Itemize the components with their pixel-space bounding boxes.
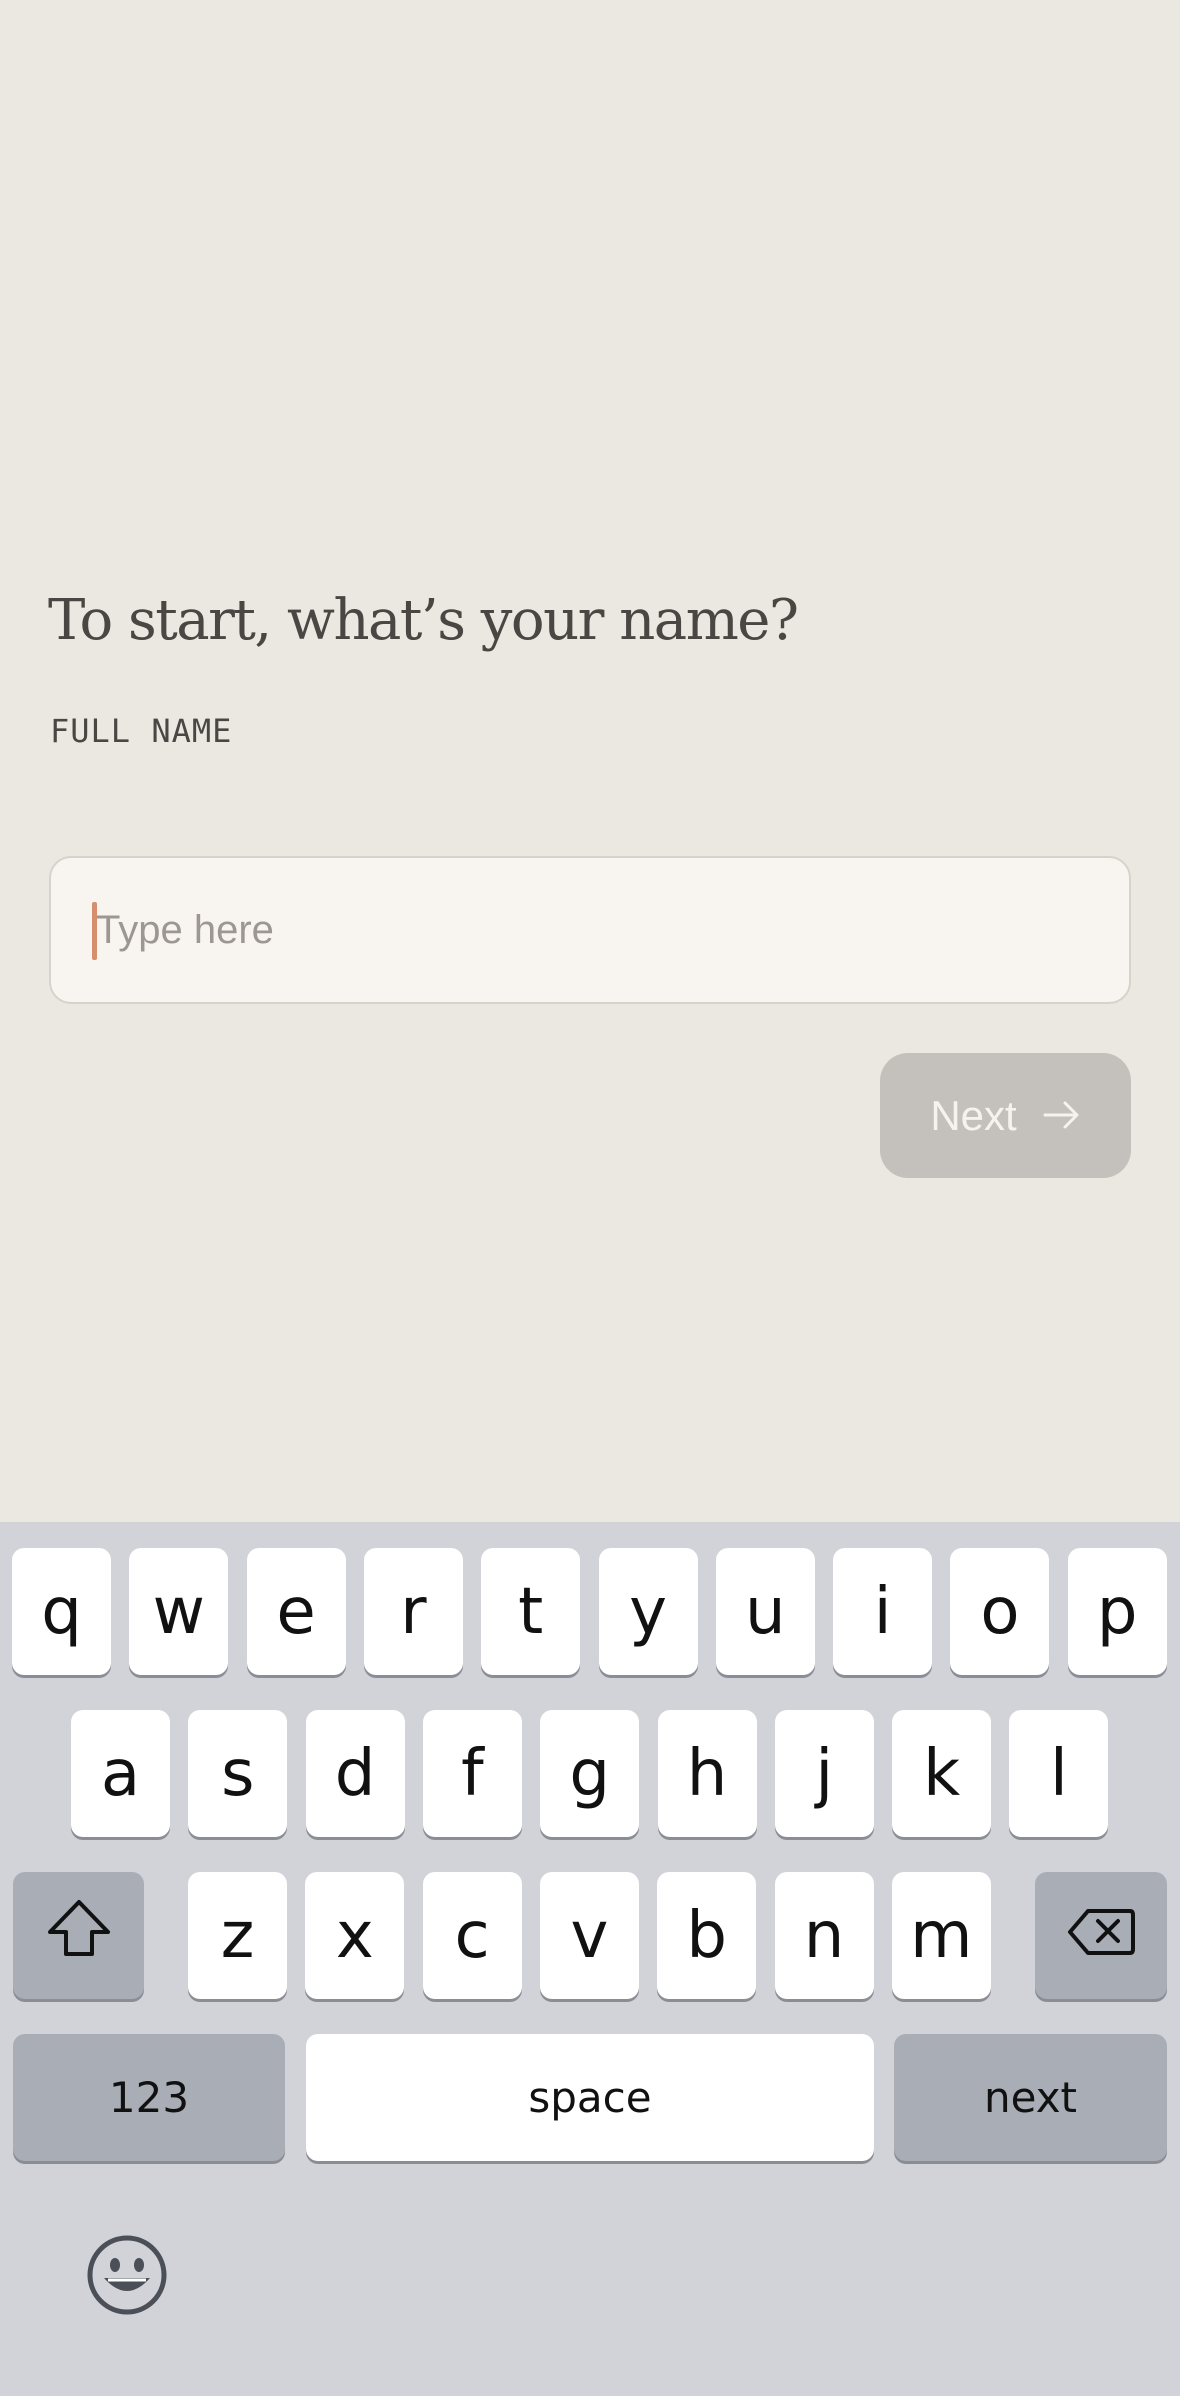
key-label: g bbox=[569, 1736, 610, 1811]
key-p[interactable]: p bbox=[1067, 1548, 1167, 1675]
numbers-key-label: 123 bbox=[108, 2073, 190, 2122]
key-label: z bbox=[220, 1898, 255, 1973]
key-q[interactable]: q bbox=[12, 1548, 111, 1675]
key-label: i bbox=[873, 1574, 892, 1649]
key-e[interactable]: e bbox=[246, 1548, 346, 1675]
key-label: c bbox=[454, 1898, 490, 1973]
next-button[interactable]: Next bbox=[880, 1053, 1131, 1178]
numbers-key[interactable]: 123 bbox=[13, 2034, 285, 2161]
key-v[interactable]: v bbox=[539, 1872, 639, 1999]
key-label: e bbox=[276, 1574, 316, 1649]
key-label: r bbox=[400, 1574, 427, 1649]
emoji-icon bbox=[86, 2234, 168, 2321]
key-y[interactable]: y bbox=[598, 1548, 698, 1675]
key-o[interactable]: o bbox=[950, 1548, 1050, 1675]
key-k[interactable]: k bbox=[892, 1710, 992, 1837]
key-label: f bbox=[461, 1736, 484, 1811]
key-label: a bbox=[100, 1736, 141, 1811]
key-t[interactable]: t bbox=[481, 1548, 581, 1675]
key-label: j bbox=[815, 1736, 834, 1811]
key-label: x bbox=[335, 1898, 374, 1973]
arrow-right-icon bbox=[1043, 1092, 1081, 1140]
key-label: y bbox=[629, 1574, 667, 1649]
key-d[interactable]: d bbox=[305, 1710, 405, 1837]
key-x[interactable]: x bbox=[305, 1872, 405, 1999]
key-label: u bbox=[745, 1574, 786, 1649]
full-name-input[interactable] bbox=[96, 880, 1106, 980]
key-i[interactable]: i bbox=[833, 1548, 933, 1675]
key-z[interactable]: z bbox=[188, 1872, 287, 1999]
shift-icon bbox=[46, 1898, 112, 1974]
backspace-icon bbox=[1066, 1899, 1136, 1973]
key-r[interactable]: r bbox=[363, 1548, 463, 1675]
key-label: s bbox=[221, 1736, 255, 1811]
key-g[interactable]: g bbox=[540, 1710, 640, 1837]
screen: To start, what’s your name? FULL NAME Ne… bbox=[0, 0, 1180, 2396]
key-f[interactable]: f bbox=[422, 1710, 522, 1837]
next-key-label: next bbox=[983, 2073, 1078, 2122]
key-label: m bbox=[910, 1898, 973, 1973]
next-key[interactable]: next bbox=[894, 2034, 1167, 2161]
key-m[interactable]: m bbox=[891, 1872, 991, 1999]
key-label: w bbox=[152, 1574, 205, 1649]
key-label: o bbox=[980, 1574, 1020, 1649]
key-n[interactable]: n bbox=[774, 1872, 874, 1999]
full-name-label: FULL NAME bbox=[50, 712, 233, 750]
emoji-button[interactable] bbox=[84, 2234, 170, 2320]
key-label: v bbox=[570, 1898, 609, 1973]
key-s[interactable]: s bbox=[188, 1710, 288, 1837]
delete-key[interactable] bbox=[1035, 1872, 1167, 1999]
key-b[interactable]: b bbox=[657, 1872, 757, 1999]
key-label: l bbox=[1050, 1736, 1068, 1811]
key-label: n bbox=[803, 1898, 845, 1973]
space-key-label: space bbox=[528, 2073, 652, 2122]
keyboard: qwe r t y u i o p a s d f g h j k l z x c v b nm 123 space n… bbox=[0, 1522, 1180, 2396]
key-h[interactable]: h bbox=[657, 1710, 757, 1837]
key-c[interactable]: c bbox=[422, 1872, 522, 1999]
next-button-label: Next bbox=[930, 1091, 1017, 1139]
key-label: p bbox=[1096, 1574, 1138, 1649]
key-label: t bbox=[518, 1574, 544, 1649]
key-label: d bbox=[334, 1736, 376, 1811]
key-label: q bbox=[41, 1574, 82, 1649]
key-l[interactable]: l bbox=[1009, 1710, 1109, 1837]
key-label: h bbox=[686, 1736, 728, 1811]
shift-key[interactable] bbox=[13, 1872, 144, 1999]
key-label: b bbox=[686, 1898, 727, 1973]
space-key[interactable]: space bbox=[306, 2034, 874, 2161]
key-w[interactable]: w bbox=[129, 1548, 229, 1675]
key-u[interactable]: u bbox=[715, 1548, 815, 1675]
key-a[interactable]: a bbox=[71, 1710, 170, 1837]
key-j[interactable]: j bbox=[774, 1710, 874, 1837]
page-title: To start, what’s your name? bbox=[48, 588, 799, 653]
key-label: k bbox=[923, 1736, 961, 1811]
